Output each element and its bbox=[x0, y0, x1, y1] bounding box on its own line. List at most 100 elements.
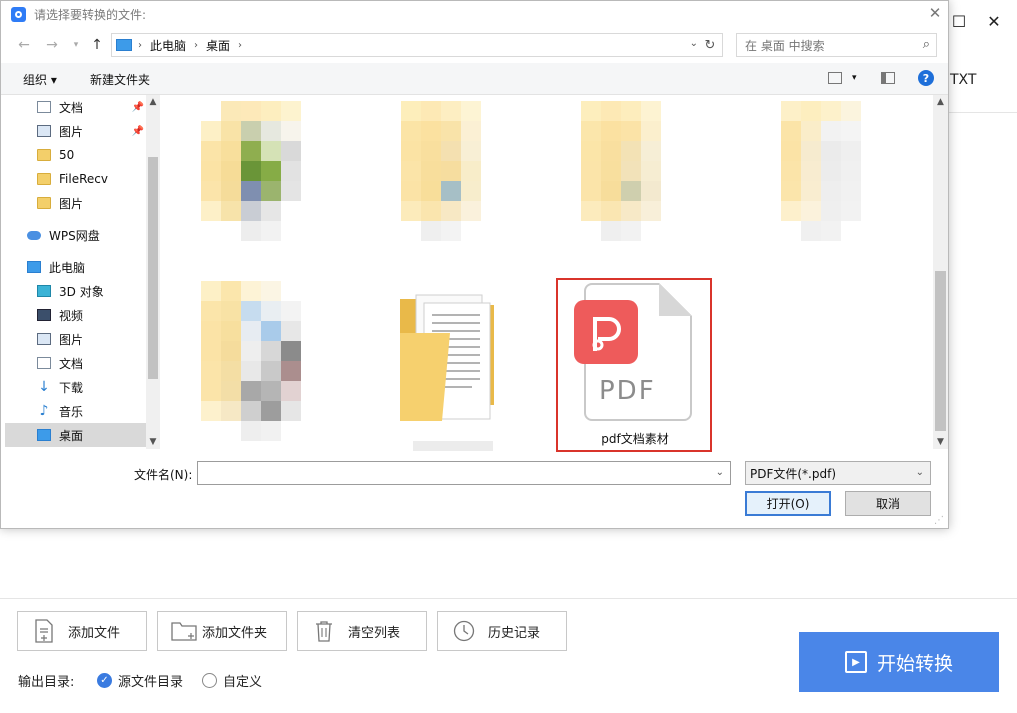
file-thumbnail[interactable] bbox=[781, 101, 901, 251]
scroll-thumb[interactable] bbox=[935, 271, 946, 431]
video-icon bbox=[37, 309, 51, 321]
add-file-label: 添加文件 bbox=[68, 625, 121, 641]
radio-source-dir[interactable]: ✓ 源文件目录 bbox=[97, 671, 183, 690]
new-folder-button[interactable]: 新建文件夹 bbox=[90, 71, 150, 88]
back-arrow-icon[interactable]: ← bbox=[13, 34, 35, 56]
scroll-thumb[interactable] bbox=[148, 157, 158, 379]
breadcrumb-this-pc[interactable]: 此电脑 bbox=[150, 37, 186, 54]
filename-input[interactable]: ⌄ bbox=[197, 461, 731, 485]
file-thumbnail[interactable] bbox=[561, 101, 681, 251]
folder-icon bbox=[37, 197, 51, 209]
history-label: 历史记录 bbox=[488, 625, 541, 641]
divider bbox=[0, 598, 1017, 599]
nav-item-pictures-folder[interactable]: 图片 bbox=[5, 191, 146, 215]
radio-unchecked-icon bbox=[202, 673, 217, 688]
command-bar: 组织 ▾ 新建文件夹 ▾ ? bbox=[1, 63, 948, 95]
nav-item-pictures[interactable]: 图片 bbox=[5, 327, 146, 351]
nav-item-wps-cloud[interactable]: WPS网盘 bbox=[5, 223, 146, 247]
pdf-file-name: pdf文档素材 bbox=[601, 432, 669, 446]
trash-icon bbox=[310, 617, 338, 645]
computer-icon bbox=[116, 39, 132, 51]
radio-custom-label: 自定义 bbox=[223, 675, 263, 690]
file-thumbnail[interactable] bbox=[381, 101, 501, 251]
picture-icon bbox=[37, 125, 51, 137]
breadcrumb-desktop[interactable]: 桌面 bbox=[206, 37, 230, 54]
content-scrollbar[interactable]: ▲ ▼ bbox=[933, 95, 948, 449]
scroll-up-icon[interactable]: ▲ bbox=[933, 95, 948, 109]
filetype-value: PDF文件(*.pdf) bbox=[750, 466, 837, 481]
start-convert-button[interactable]: ▶ 开始转换 bbox=[799, 632, 999, 692]
organize-menu[interactable]: 组织 ▾ bbox=[23, 71, 57, 88]
recent-dropdown-icon[interactable]: ▾ bbox=[65, 34, 87, 56]
cancel-button[interactable]: 取消 bbox=[845, 491, 931, 516]
navigation-pane: 文档 📌 图片 📌 50 FileRecv 图片 WPS网盘 此电脑 3D 对象… bbox=[5, 95, 160, 449]
radio-custom-dir[interactable]: 自定义 bbox=[202, 671, 262, 690]
wps-pdf-logo-icon bbox=[574, 300, 638, 364]
page-fold bbox=[659, 283, 692, 316]
cube-icon bbox=[37, 285, 51, 297]
nav-item-documents-quick[interactable]: 文档 📌 bbox=[5, 95, 146, 119]
desktop-icon bbox=[37, 429, 51, 441]
preview-pane-icon[interactable] bbox=[881, 72, 895, 84]
view-dropdown-icon[interactable]: ▾ bbox=[852, 73, 857, 83]
history-button[interactable]: 历史记录 bbox=[437, 611, 567, 651]
play-icon: ▶ bbox=[844, 651, 867, 673]
nav-item-downloads[interactable]: ↓ 下载 bbox=[5, 375, 146, 399]
dialog-title-bar: 请选择要转换的文件: bbox=[11, 3, 146, 25]
nav-item-music[interactable]: ♪ 音乐 bbox=[5, 399, 146, 423]
add-file-button[interactable]: 添加文件 bbox=[17, 611, 147, 651]
chevron-down-icon[interactable]: ⌄ bbox=[716, 467, 724, 478]
filetype-select[interactable]: PDF文件(*.pdf) ⌄ bbox=[745, 461, 931, 485]
folder-icon bbox=[37, 173, 51, 185]
forward-arrow-icon[interactable]: → bbox=[41, 34, 63, 56]
nav-item-pictures-quick[interactable]: 图片 📌 bbox=[5, 119, 146, 143]
pdf-label-icon: PDF bbox=[599, 376, 656, 406]
clear-list-label: 清空列表 bbox=[348, 625, 401, 641]
up-arrow-icon[interactable]: ↑ bbox=[86, 34, 108, 56]
close-icon[interactable]: ✕ bbox=[981, 8, 1007, 34]
nav-item-3d-objects[interactable]: 3D 对象 bbox=[5, 279, 146, 303]
file-label-placeholder bbox=[413, 441, 493, 451]
nav-item-videos[interactable]: 视频 bbox=[5, 303, 146, 327]
nav-scrollbar[interactable]: ▲ ▼ bbox=[146, 95, 160, 449]
dialog-title: 请选择要转换的文件: bbox=[34, 7, 147, 22]
radio-source-label: 源文件目录 bbox=[118, 675, 184, 690]
folder-thumbnail[interactable] bbox=[398, 293, 498, 423]
clock-icon bbox=[450, 617, 478, 645]
partial-tab-label: TXT bbox=[950, 72, 977, 88]
search-placeholder: 在 桌面 中搜索 bbox=[745, 38, 825, 53]
nav-item-folder-50[interactable]: 50 bbox=[5, 143, 146, 167]
dialog-close-icon[interactable]: ✕ bbox=[923, 1, 947, 25]
help-icon[interactable]: ? bbox=[918, 70, 934, 86]
output-dir-label: 输出目录: bbox=[18, 675, 75, 690]
scroll-down-icon[interactable]: ▼ bbox=[933, 435, 948, 449]
nav-item-this-pc[interactable]: 此电脑 bbox=[5, 255, 146, 279]
add-folder-button[interactable]: 添加文件夹 bbox=[157, 611, 287, 651]
app-logo-icon bbox=[11, 6, 26, 22]
file-open-dialog: 请选择要转换的文件: ✕ ← → ▾ ↑ › 此电脑 › 桌面 › ⌄ ↻ 在 … bbox=[0, 0, 949, 529]
start-convert-label: 开始转换 bbox=[876, 652, 953, 675]
pin-icon: 📌 bbox=[131, 101, 144, 113]
file-plus-icon bbox=[30, 617, 58, 645]
chevron-down-icon: ⌄ bbox=[915, 467, 924, 478]
address-dropdown-icon[interactable]: ⌄ bbox=[690, 38, 698, 49]
scroll-down-icon[interactable]: ▼ bbox=[146, 435, 160, 449]
folder-icon bbox=[37, 149, 51, 161]
refresh-icon[interactable]: ↻ bbox=[700, 35, 720, 55]
maximize-icon[interactable]: ☐ bbox=[946, 8, 972, 34]
resize-grip-icon[interactable]: ⋰ bbox=[934, 515, 944, 526]
clear-list-button[interactable]: 清空列表 bbox=[297, 611, 427, 651]
nav-item-filerecv[interactable]: FileRecv bbox=[5, 167, 146, 191]
view-mode-icon[interactable] bbox=[828, 72, 842, 84]
address-bar[interactable]: › 此电脑 › 桌面 › ⌄ ↻ bbox=[111, 33, 723, 57]
file-thumbnail[interactable] bbox=[201, 281, 321, 441]
divider bbox=[948, 112, 1017, 113]
open-button[interactable]: 打开(O) bbox=[745, 491, 831, 516]
scroll-up-icon[interactable]: ▲ bbox=[146, 95, 160, 109]
document-icon bbox=[37, 101, 51, 113]
nav-item-documents[interactable]: 文档 bbox=[5, 351, 146, 375]
cloud-icon bbox=[27, 230, 41, 240]
nav-item-desktop[interactable]: 桌面 bbox=[5, 423, 146, 447]
search-input[interactable]: 在 桌面 中搜索 ⌕ bbox=[736, 33, 937, 57]
file-thumbnail[interactable] bbox=[201, 101, 321, 251]
